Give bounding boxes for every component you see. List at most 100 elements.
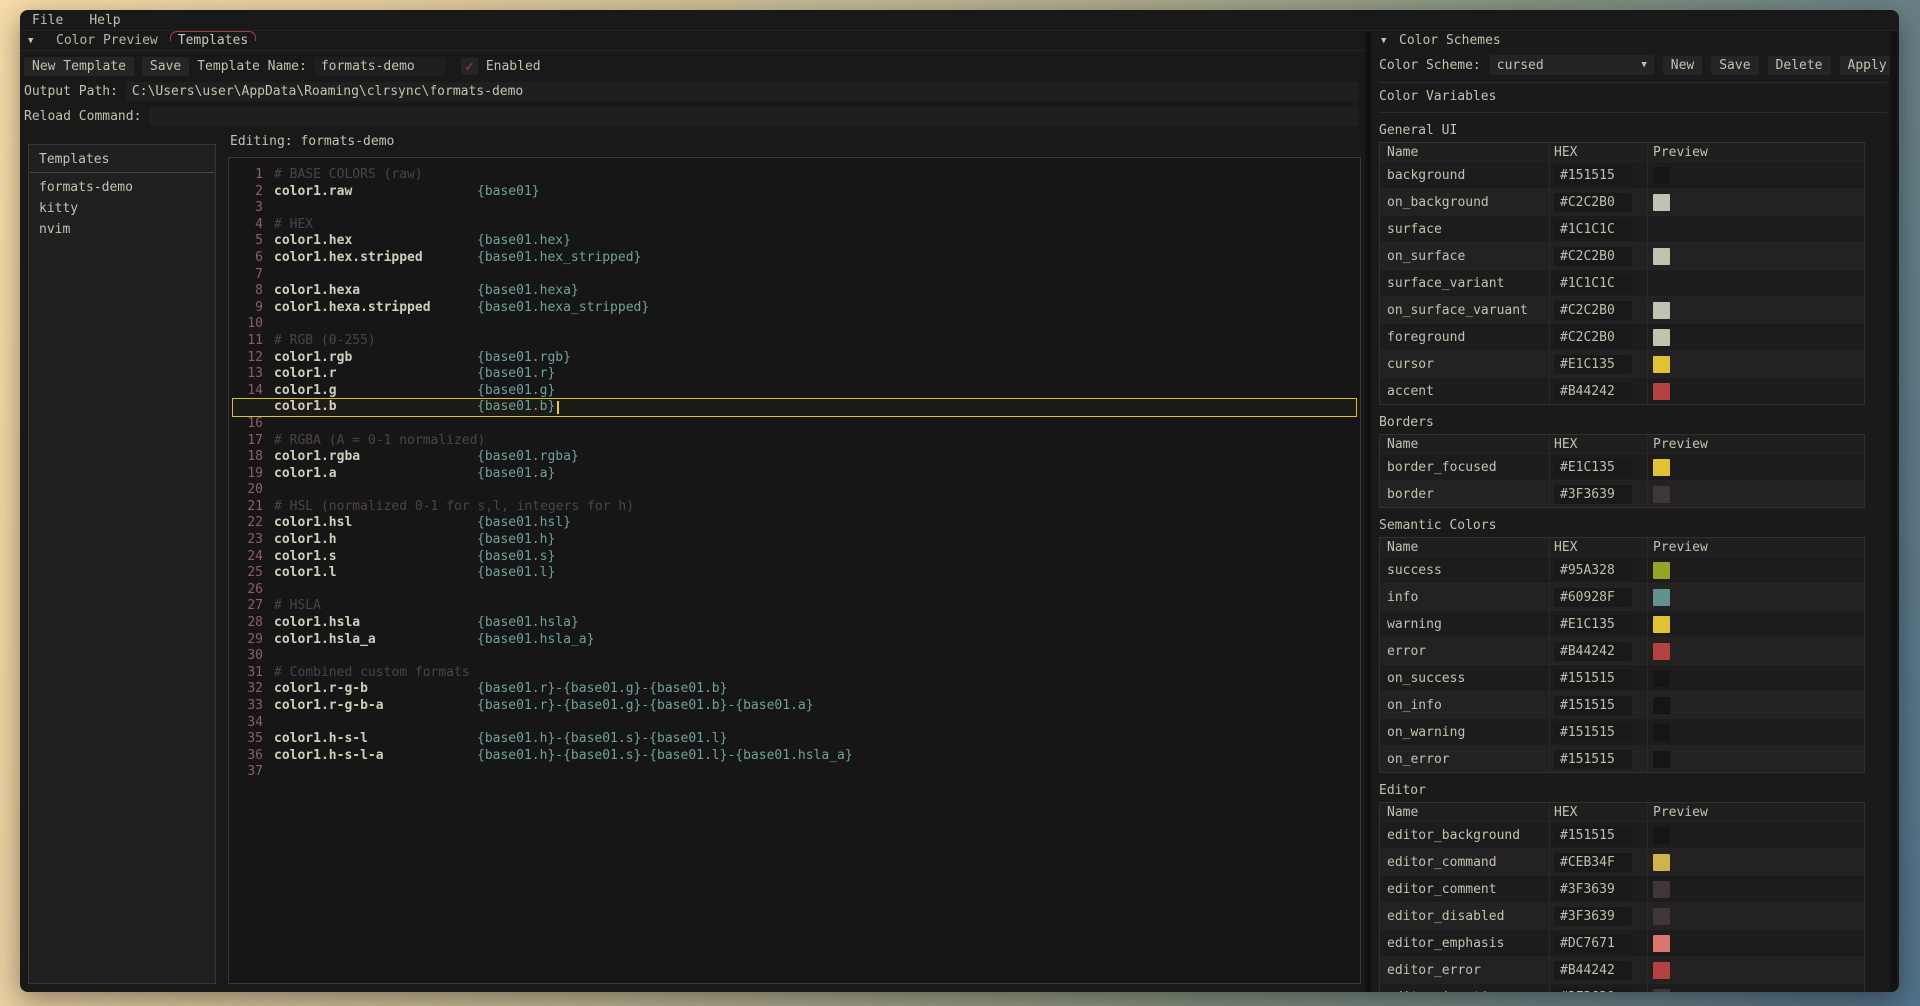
reload-command-input[interactable]: [149, 107, 1359, 126]
editor-line[interactable]: 28color1.hsla{base01.hsla}: [233, 615, 1356, 632]
editor-line[interactable]: 17# RGBA (A = 0-1 normalized): [233, 433, 1356, 450]
color-swatch[interactable]: [1653, 881, 1670, 898]
editor-line[interactable]: 3: [233, 200, 1356, 217]
color-swatch[interactable]: [1653, 221, 1670, 238]
color-swatch[interactable]: [1653, 643, 1670, 660]
editor-line[interactable]: 12color1.rgb{base01.rgb}: [233, 350, 1356, 367]
editor-line[interactable]: 25color1.l{base01.l}: [233, 565, 1356, 582]
color-swatch[interactable]: [1653, 302, 1670, 319]
editor-line[interactable]: 22color1.hsl{base01.hsl}: [233, 515, 1356, 532]
editor-line[interactable]: 14color1.g{base01.g}: [233, 383, 1356, 400]
hex-input[interactable]: #1C1C1C: [1554, 220, 1632, 239]
color-swatch[interactable]: [1653, 827, 1670, 844]
color-swatch[interactable]: [1653, 194, 1670, 211]
hex-input[interactable]: #151515: [1554, 750, 1632, 769]
color-swatch[interactable]: [1653, 751, 1670, 768]
enabled-checkbox[interactable]: ✓: [461, 58, 478, 75]
hex-input[interactable]: #151515: [1554, 669, 1632, 688]
color-swatch[interactable]: [1653, 589, 1670, 606]
hex-input[interactable]: #DC7671: [1554, 934, 1632, 953]
editor-line[interactable]: 6color1.hex.stripped{base01.hex_stripped…: [233, 250, 1356, 267]
hex-input[interactable]: #E1C135: [1554, 458, 1632, 477]
tab-color-preview[interactable]: Color Preview: [46, 32, 168, 49]
hex-input[interactable]: #B44242: [1554, 642, 1632, 661]
hex-input[interactable]: #B44242: [1554, 961, 1632, 980]
editor-line[interactable]: 27# HSLA: [233, 598, 1356, 615]
editor-line[interactable]: 21# HSL (normalized 0-1 for s,l, integer…: [233, 499, 1356, 516]
hex-input[interactable]: #3F3639: [1554, 880, 1632, 899]
scheme-delete-button[interactable]: Delete: [1768, 56, 1831, 75]
editor-line[interactable]: 13color1.r{base01.r}: [233, 366, 1356, 383]
editor-line[interactable]: 24color1.s{base01.s}: [233, 549, 1356, 566]
menu-item-file[interactable]: File: [32, 13, 63, 28]
editor-line[interactable]: 11# RGB (0-255): [233, 333, 1356, 350]
editor-line-editing[interactable]: color1.b{base01.b}: [233, 399, 1356, 416]
hex-input[interactable]: #C2C2B0: [1554, 328, 1632, 347]
hex-input[interactable]: #E1C135: [1554, 615, 1632, 634]
template-item-formats-demo[interactable]: formats-demo: [29, 177, 215, 198]
color-swatch[interactable]: [1653, 962, 1670, 979]
editor-line[interactable]: 18color1.rgba{base01.rgba}: [233, 449, 1356, 466]
hex-input[interactable]: #C2C2B0: [1554, 193, 1632, 212]
editor-line[interactable]: 9color1.hexa.stripped{base01.hexa_stripp…: [233, 300, 1356, 317]
hex-input[interactable]: #C2C2B0: [1554, 301, 1632, 320]
color-swatch[interactable]: [1653, 989, 1670, 993]
scheme-save-button[interactable]: Save: [1711, 56, 1758, 75]
hex-input[interactable]: #151515: [1554, 696, 1632, 715]
editor-line[interactable]: 31# Combined custom formats: [233, 665, 1356, 682]
color-swatch[interactable]: [1653, 275, 1670, 292]
color-swatch[interactable]: [1653, 854, 1670, 871]
color-swatch[interactable]: [1653, 486, 1670, 503]
save-template-button[interactable]: Save: [142, 57, 189, 76]
color-swatch[interactable]: [1653, 670, 1670, 687]
editor-line[interactable]: 10: [233, 316, 1356, 333]
color-swatch[interactable]: [1653, 616, 1670, 633]
editor-line[interactable]: 35color1.h-s-l{base01.h}-{base01.s}-{bas…: [233, 731, 1356, 748]
editor-line[interactable]: 34: [233, 715, 1356, 732]
editor-line[interactable]: 20: [233, 482, 1356, 499]
tab-templates[interactable]: Templates: [168, 32, 258, 49]
template-editor[interactable]: 1# BASE COLORS (raw)2color1.raw{base01}3…: [228, 157, 1361, 984]
hex-input[interactable]: #3F3639: [1554, 988, 1632, 993]
hex-input[interactable]: #60928F: [1554, 588, 1632, 607]
menu-item-help[interactable]: Help: [89, 13, 120, 28]
editor-line[interactable]: 26: [233, 582, 1356, 599]
editor-line[interactable]: 8color1.hexa{base01.hexa}: [233, 283, 1356, 300]
output-path-input[interactable]: [126, 82, 1359, 101]
color-swatch[interactable]: [1653, 724, 1670, 741]
editor-line[interactable]: 30: [233, 648, 1356, 665]
editor-line[interactable]: 19color1.a{base01.a}: [233, 466, 1356, 483]
template-item-nvim[interactable]: nvim: [29, 219, 215, 240]
scrollbar-track[interactable]: [1890, 31, 1897, 992]
editor-line[interactable]: 23color1.h{base01.h}: [233, 532, 1356, 549]
hex-input[interactable]: #1C1C1C: [1554, 274, 1632, 293]
color-swatch[interactable]: [1653, 459, 1670, 476]
color-swatch[interactable]: [1653, 356, 1670, 373]
editor-line[interactable]: 36color1.h-s-l-a{base01.h}-{base01.s}-{b…: [233, 748, 1356, 765]
editor-line[interactable]: 7: [233, 267, 1356, 284]
hex-input[interactable]: #E1C135: [1554, 355, 1632, 374]
scheme-new-button[interactable]: New: [1663, 56, 1702, 75]
hex-input[interactable]: #151515: [1554, 826, 1632, 845]
hex-input[interactable]: #151515: [1554, 723, 1632, 742]
color-scheme-dropdown[interactable]: cursed ▼: [1490, 55, 1654, 75]
hex-input[interactable]: #3F3639: [1554, 907, 1632, 926]
hex-input[interactable]: #95A328: [1554, 561, 1632, 580]
color-swatch[interactable]: [1653, 697, 1670, 714]
editor-line[interactable]: 29color1.hsla_a{base01.hsla_a}: [233, 632, 1356, 649]
color-swatch[interactable]: [1653, 248, 1670, 265]
color-swatch[interactable]: [1653, 908, 1670, 925]
template-item-kitty[interactable]: kitty: [29, 198, 215, 219]
editor-line[interactable]: 5color1.hex{base01.hex}: [233, 233, 1356, 250]
color-swatch[interactable]: [1653, 329, 1670, 346]
collapse-icon[interactable]: ▼: [1379, 36, 1399, 46]
hex-input[interactable]: #C2C2B0: [1554, 247, 1632, 266]
color-swatch[interactable]: [1653, 383, 1670, 400]
template-name-input[interactable]: [315, 57, 445, 76]
color-swatch[interactable]: [1653, 167, 1670, 184]
editor-line[interactable]: 32color1.r-g-b{base01.r}-{base01.g}-{bas…: [233, 681, 1356, 698]
editor-line[interactable]: 2color1.raw{base01}: [233, 184, 1356, 201]
editor-line[interactable]: 1# BASE COLORS (raw): [233, 167, 1356, 184]
editor-line[interactable]: 16: [233, 416, 1356, 433]
color-swatch[interactable]: [1653, 935, 1670, 952]
